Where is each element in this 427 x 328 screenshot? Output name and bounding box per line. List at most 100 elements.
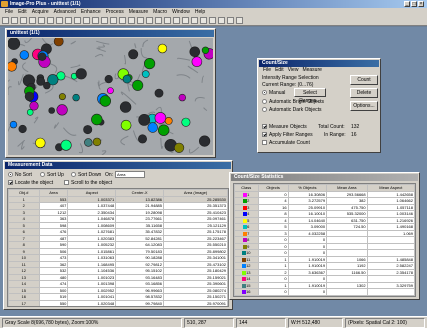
cell-image [8, 38, 213, 155]
menu-advanced[interactable]: Advanced [54, 9, 76, 15]
in-range-value: 16 [351, 132, 357, 138]
toolbar-macro-icon[interactable] [227, 17, 234, 24]
toolbar-profile-icon[interactable] [173, 17, 180, 24]
background-texture [8, 86, 12, 96]
unclassified-object [128, 49, 139, 60]
toolbar-wand-icon[interactable] [110, 17, 117, 24]
sort-on-select[interactable]: Area [115, 171, 145, 178]
scroll-checkbox[interactable] [64, 180, 69, 185]
toolbar-copy-icon[interactable] [47, 17, 54, 24]
class-number: 10 [246, 250, 251, 256]
classified-object [99, 95, 112, 107]
delete-button[interactable]: Delete [350, 88, 378, 98]
sort-up-label: Sort Up [47, 172, 64, 178]
toolbar-open-icon[interactable] [11, 17, 18, 24]
toolbar-save-icon[interactable] [20, 17, 27, 24]
menu-help[interactable]: Help [195, 9, 205, 15]
unclassified-object [138, 114, 151, 126]
sort-up-radio[interactable] [40, 172, 45, 177]
auto-bright-radio[interactable] [262, 99, 267, 104]
dialog-menu-edit[interactable]: Edit [275, 67, 284, 73]
measure-objects-label: Measure Objects [269, 124, 307, 130]
toolbar-select-icon[interactable] [74, 17, 81, 24]
manual-radio[interactable] [262, 90, 267, 95]
auto-bright-label: Automatic Bright Objects [269, 99, 325, 105]
toolbar-color-icon[interactable] [191, 17, 198, 24]
auto-dark-radio[interactable] [262, 107, 267, 112]
toolbar-line-icon[interactable] [164, 17, 171, 24]
classified-object [178, 93, 187, 102]
toolbar-count-icon[interactable] [146, 17, 153, 24]
background-texture [22, 62, 29, 73]
toolbar-measure-icon[interactable] [137, 17, 144, 24]
toolbar-help-icon[interactable] [236, 17, 243, 24]
menu-measure[interactable]: Measure [129, 9, 148, 15]
toolbar-rect-icon[interactable] [83, 17, 90, 24]
image-canvas[interactable] [8, 38, 213, 155]
measure-objects-checkbox[interactable] [262, 124, 267, 129]
toolbar-bright-icon[interactable] [200, 17, 207, 24]
table-cell: 1.910019 [287, 294, 328, 296]
background-texture [160, 137, 164, 149]
class-number: 11 [246, 256, 251, 262]
toolbar-fft-icon[interactable] [218, 17, 225, 24]
table-cell: 99.77451 [116, 307, 164, 308]
menu-acquire[interactable]: Acquire [32, 9, 49, 15]
classified-object [132, 79, 144, 91]
toolbar-print-icon[interactable] [29, 17, 36, 24]
class-number: 9 [247, 243, 250, 249]
classified-object [91, 113, 103, 126]
select-ranges-button[interactable]: Select Ranges... [294, 88, 326, 104]
class-number: 4 [247, 211, 250, 217]
class-number: 7 [247, 230, 250, 236]
unclassified-object [48, 107, 56, 114]
sort-down-radio[interactable] [71, 172, 76, 177]
toolbar-pan-icon[interactable] [128, 17, 135, 24]
toolbar-undo-icon[interactable] [65, 17, 72, 24]
background-texture [94, 54, 104, 58]
dialog-menu-view[interactable]: View [288, 67, 299, 73]
unclassified-object [189, 46, 201, 58]
dialog-menu-file[interactable]: File [263, 67, 271, 73]
toolbar-new-icon[interactable] [2, 17, 9, 24]
classified-object [191, 56, 203, 68]
toolbar-histo-icon[interactable] [155, 17, 162, 24]
table-cell: 1578 [326, 294, 368, 296]
status-calibration: (Pixels: Spatial Cal 2: 100) [345, 318, 425, 328]
accumulate-label: Accumulate Count [269, 140, 310, 146]
maximize-icon[interactable]: □ [411, 1, 417, 7]
toolbar-text-icon[interactable] [182, 17, 189, 24]
background-texture [33, 116, 39, 124]
menu-enhance[interactable]: Enhance [81, 9, 101, 15]
classified-object [174, 142, 185, 153]
class-number: 16 [246, 289, 251, 295]
close-icon[interactable]: × [418, 1, 424, 7]
menu-process[interactable]: Process [106, 9, 124, 15]
accumulate-checkbox[interactable] [262, 140, 267, 145]
menu-edit[interactable]: Edit [18, 9, 27, 15]
classified-object [201, 46, 210, 54]
class-row[interactable]: 17 11.91001915781.551343 [234, 294, 415, 296]
count-button[interactable]: Count [350, 75, 378, 85]
minimize-icon[interactable]: _ [404, 1, 410, 7]
toolbar-freehand-icon[interactable] [101, 17, 108, 24]
options-button[interactable]: Options... [350, 101, 378, 111]
menu-macro[interactable]: Macro [153, 9, 167, 15]
no-sort-radio[interactable] [8, 172, 13, 177]
locate-checkbox[interactable] [8, 180, 13, 185]
toolbar-paste-icon[interactable] [56, 17, 63, 24]
toolbar-filter-icon[interactable] [209, 17, 216, 24]
menu-file[interactable]: File [5, 9, 13, 15]
dialog-menu-measure[interactable]: Measure [302, 67, 321, 73]
toolbar-zoom-icon[interactable] [119, 17, 126, 24]
class-table: Class Objects% Objects Mean Area Mean Aspec… [233, 183, 416, 297]
classified-object [53, 38, 64, 47]
toolbar-cut-icon[interactable] [38, 17, 45, 24]
table-row[interactable]: 184981.01838699.7745125.213011 [9, 307, 228, 308]
apply-filter-checkbox[interactable] [262, 132, 267, 137]
class-number: 3 [247, 204, 250, 210]
class-number: 8 [247, 237, 250, 243]
toolbar-ellipse-icon[interactable] [92, 17, 99, 24]
classified-object [58, 93, 66, 101]
menu-window[interactable]: Window [172, 9, 190, 15]
